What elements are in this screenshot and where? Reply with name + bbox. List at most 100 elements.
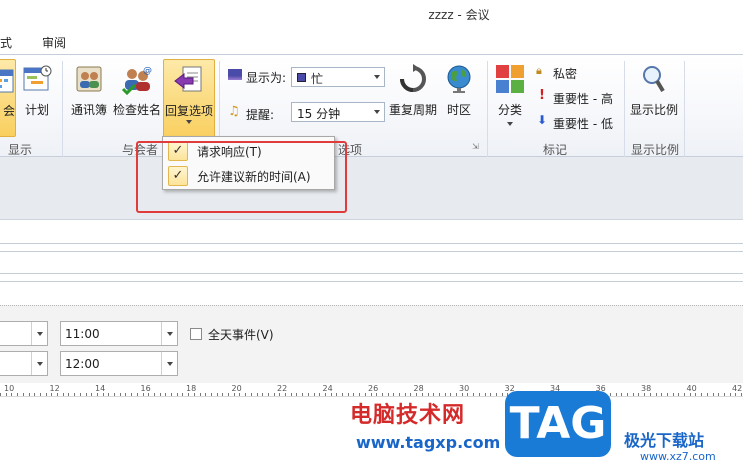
ruler-tick xyxy=(125,393,127,396)
tab-format[interactable]: 式 xyxy=(0,34,12,51)
start-date-dropdown[interactable] xyxy=(0,321,48,346)
ruler-tick xyxy=(495,393,497,396)
ruler-tick xyxy=(718,393,720,396)
schedule-icon xyxy=(21,63,53,95)
dialog-launcher-icon[interactable]: ⇲ xyxy=(472,142,479,151)
ruler-tick xyxy=(205,393,207,396)
ruler-tick xyxy=(695,393,697,396)
ruler-tick xyxy=(347,393,349,396)
ruler-tick xyxy=(62,393,64,396)
ruler-tick xyxy=(182,393,184,396)
show-as-dropdown[interactable]: 忙 xyxy=(291,67,385,87)
ruler-tick xyxy=(638,393,640,396)
schedule-label: 计划 xyxy=(24,103,49,117)
ruler-tick xyxy=(0,393,1,396)
ruler-tick xyxy=(222,393,224,396)
ruler-tick xyxy=(467,393,469,396)
title-bar: zzzz - 会议 xyxy=(0,0,743,28)
to-field[interactable] xyxy=(0,220,743,243)
ruler-tick xyxy=(501,393,503,396)
ruler-tick xyxy=(176,393,178,396)
end-time-value: 12:00 xyxy=(65,357,100,371)
all-day-checkbox[interactable] xyxy=(190,328,202,340)
schedule-button[interactable]: 计划 xyxy=(20,59,54,137)
ruler-tick xyxy=(427,393,429,396)
end-date-dropdown[interactable] xyxy=(0,351,48,376)
check-names-label: 检查姓名 xyxy=(112,103,161,117)
chevron-down-icon[interactable] xyxy=(161,352,177,375)
address-book-button[interactable]: 通讯簿 xyxy=(66,59,112,137)
ruler-label: 10 xyxy=(4,384,15,393)
busy-icon xyxy=(297,73,306,82)
reminder-value: 15 分钟 xyxy=(297,107,341,121)
ruler-tick xyxy=(672,393,674,396)
start-time-value: 11:00 xyxy=(65,327,100,341)
ruler-label: 40 xyxy=(686,384,697,393)
ruler-tick xyxy=(723,393,725,396)
tab-review[interactable]: 审阅 xyxy=(42,34,66,51)
ruler-tick xyxy=(79,393,81,396)
ruler-tick xyxy=(438,393,440,396)
ruler-tick xyxy=(370,393,372,396)
timezone-button[interactable]: 时区 xyxy=(440,59,478,137)
start-time-dropdown[interactable]: 11:00 xyxy=(60,321,178,346)
private-button[interactable]: 私密 xyxy=(553,65,577,82)
low-importance-icon: ⬇ xyxy=(537,113,548,127)
end-time-dropdown[interactable]: 12:00 xyxy=(60,351,178,376)
ruler-tick xyxy=(456,393,457,396)
recurrence-button[interactable]: 重复周期 xyxy=(388,59,438,137)
response-options-label: 回复选项 xyxy=(164,104,213,118)
ruler-label: 14 xyxy=(95,384,106,393)
response-options-button[interactable]: 回复选项 xyxy=(163,59,215,139)
show-group-label: 显示 xyxy=(7,143,32,157)
chevron-down-icon[interactable] xyxy=(161,322,177,345)
zoom-group-label: 显示比例 xyxy=(630,143,679,157)
ruler-tick xyxy=(267,393,269,396)
chevron-down-icon[interactable] xyxy=(31,322,47,345)
ruler-tick xyxy=(433,393,435,396)
ruler-tick xyxy=(421,393,423,396)
ruler-label: 12 xyxy=(49,384,60,393)
ruler-tick xyxy=(381,393,383,396)
meeting-button[interactable]: 会 xyxy=(0,59,16,137)
chevron-down-icon xyxy=(374,110,380,114)
ruler-tick xyxy=(353,393,355,396)
ruler-label: 18 xyxy=(186,384,197,393)
ruler-tick xyxy=(239,393,241,396)
ruler-tick xyxy=(96,393,98,396)
recurrence-icon xyxy=(397,63,429,95)
group-separator xyxy=(624,61,625,157)
group-separator xyxy=(684,61,685,157)
chevron-down-icon xyxy=(374,75,380,79)
chevron-down-icon xyxy=(186,120,192,124)
ruler-tick xyxy=(649,393,651,396)
ruler-tick xyxy=(68,393,70,396)
ruler-tick xyxy=(701,393,703,396)
timezone-label: 时区 xyxy=(446,103,471,117)
low-importance-button[interactable]: 重要性 - 低 xyxy=(553,115,613,132)
globe-icon xyxy=(443,63,475,95)
ruler-tick xyxy=(256,393,258,396)
reminder-dropdown[interactable]: 15 分钟 xyxy=(291,102,385,122)
address-book-label: 通讯簿 xyxy=(70,103,107,117)
ruler-tick xyxy=(290,393,292,396)
ruler-tick xyxy=(689,393,691,396)
location-field[interactable] xyxy=(0,280,743,303)
ribbon: 会 计划 显示 通讯簿 @ 检查姓名 回复选项 与会者 显示为: 忙 ♫ 提醒:… xyxy=(0,54,743,157)
watermark-brand-url: www.xz7.com xyxy=(640,450,716,463)
lock-icon: 🔒︎ xyxy=(536,64,542,77)
ruler-tick xyxy=(119,393,121,396)
zoom-button[interactable]: 显示比例 xyxy=(628,59,680,137)
subject-field[interactable] xyxy=(0,250,743,273)
chevron-down-icon[interactable] xyxy=(31,352,47,375)
ruler-tick xyxy=(336,393,338,396)
high-importance-button[interactable]: 重要性 - 高 xyxy=(553,90,613,107)
time-area: 11:00 全天事件(V) 12:00 xyxy=(0,305,743,383)
ruler-tick xyxy=(364,393,366,396)
ruler-tick xyxy=(342,393,343,396)
ruler-tick xyxy=(148,393,150,396)
ruler-tick xyxy=(627,393,628,396)
check-names-button[interactable]: @ 检查姓名 xyxy=(112,59,162,137)
categorize-button[interactable]: 分类 xyxy=(490,59,530,137)
ruler-label: 26 xyxy=(368,384,379,393)
